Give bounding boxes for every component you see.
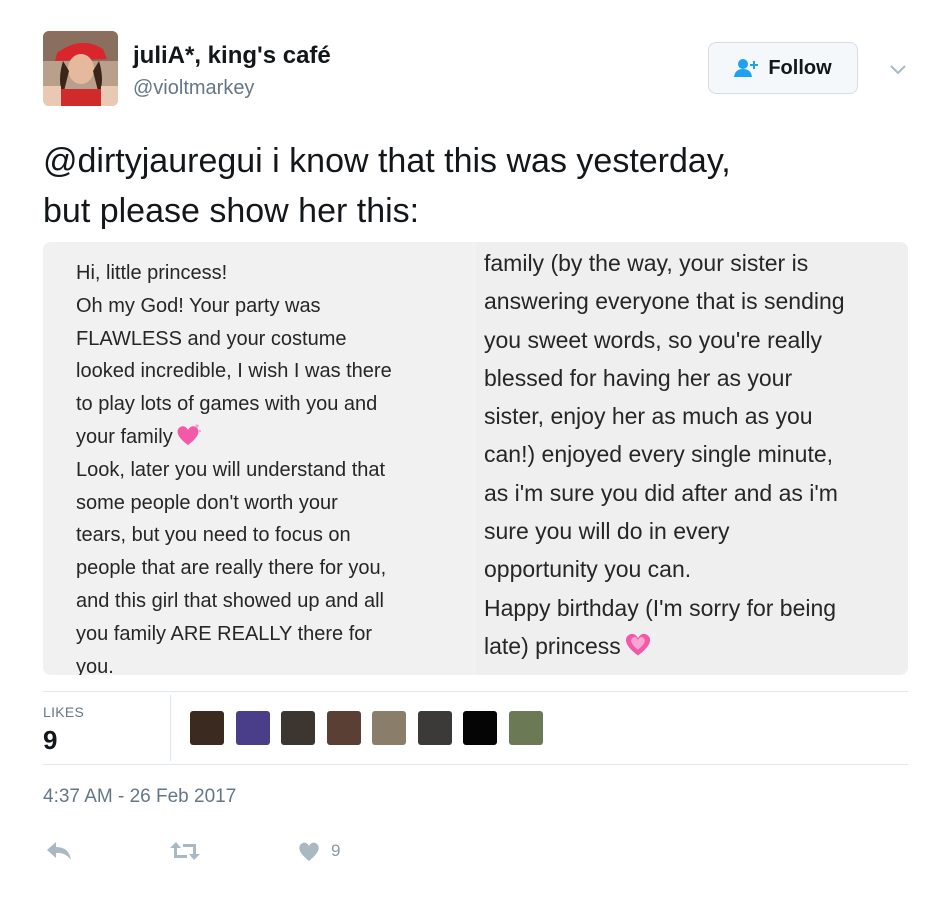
image-left-text: Hi, little princess! Oh my God! Your par…: [76, 257, 466, 675]
image-text-line: can!) enjoyed every single minute,: [484, 441, 834, 468]
reply-button[interactable]: [45, 835, 73, 867]
liker-avatar[interactable]: [190, 711, 224, 745]
heart-icon: [299, 842, 319, 861]
image-text-line: blessed for having her as your: [484, 364, 793, 391]
image-left-panel: Hi, little princess! Oh my God! Your par…: [43, 242, 472, 675]
image-text-line: opportunity you can.: [484, 556, 692, 583]
image-text-line: Look, later you will understand that: [76, 458, 386, 481]
reply-icon: [47, 842, 71, 860]
follow-label: Follow: [768, 56, 832, 79]
tweet-text-line: but please show her this:: [43, 192, 420, 230]
image-text-line: looked incredible, I wish I was there: [76, 360, 392, 383]
image-text-line: some people don't worth your: [76, 491, 338, 514]
tweet-image[interactable]: Hi, little princess! Oh my God! Your par…: [43, 242, 908, 675]
liker-avatar[interactable]: [281, 711, 315, 745]
likes-label: LIKES: [43, 704, 85, 720]
user-handle[interactable]: @violtmarkey: [133, 77, 254, 100]
image-text-line: Happy birthday (I'm sorry for being: [484, 594, 837, 621]
likers-list: [190, 711, 554, 745]
likes-count[interactable]: 9: [43, 725, 57, 756]
image-text-fragment: your family: [76, 425, 173, 448]
timestamp[interactable]: 4:37 AM - 26 Feb 2017: [43, 786, 236, 808]
sparkling-heart-icon: [625, 633, 650, 656]
retweet-button[interactable]: [169, 835, 201, 867]
image-text-line: sure you will do in every: [484, 518, 730, 545]
avatar[interactable]: [43, 31, 118, 106]
follow-button[interactable]: Follow: [708, 42, 858, 94]
sparkling-heart-icon: [177, 424, 201, 445]
retweet-icon: [170, 842, 200, 860]
avatar-photo: [43, 31, 118, 106]
divider: [43, 691, 908, 692]
image-text-line-with-emoji: your family: [76, 421, 466, 454]
image-text-fragment: late) princess: [484, 632, 621, 659]
image-text-line: FLAWLESS and your costume: [76, 327, 347, 350]
image-text-line-with-emoji: late) princess: [484, 627, 908, 665]
tweet-text-line: @dirtyjauregui i know that this was yest…: [43, 142, 731, 180]
image-text-line: tears, but you need to focus on: [76, 524, 351, 547]
liker-avatar[interactable]: [326, 711, 361, 745]
display-name[interactable]: juliA*, king's café: [133, 42, 331, 70]
image-text-line: and this girl that showed up and all: [76, 589, 384, 612]
image-text-line: you family ARE REALLY there for: [76, 622, 373, 645]
image-text-line: answering everyone that is sending: [484, 288, 845, 315]
liker-avatar[interactable]: [235, 711, 270, 745]
chevron-down-icon: [890, 65, 906, 75]
like-count: 9: [331, 841, 341, 860]
like-button[interactable]: 9: [297, 835, 340, 867]
image-text-line: sister, enjoy her as much as you: [484, 403, 813, 430]
image-text-line: family (by the way, your sister is: [484, 250, 809, 276]
image-text-line: you sweet words, so you're really: [484, 326, 823, 353]
image-text-line: to play lots of games with you and: [76, 393, 378, 416]
liker-avatar[interactable]: [372, 711, 406, 745]
image-text-line: Hi, little princess!: [76, 262, 228, 284]
liker-avatar[interactable]: [417, 711, 452, 745]
more-options-button[interactable]: [886, 58, 910, 80]
tweet-text: @dirtyjauregui i know that this was yest…: [43, 136, 903, 236]
image-text-line: people that are really there for you,: [76, 557, 387, 580]
divider: [43, 764, 908, 765]
image-right-panel: family (by the way, your sister is answe…: [476, 242, 908, 675]
liker-avatar[interactable]: [463, 711, 497, 745]
stats-separator: [170, 695, 171, 761]
image-text-line: Oh my God! Your party was: [76, 294, 321, 317]
image-text-line: as i'm sure you did after and as i'm: [484, 479, 838, 506]
image-text-line: you.: [76, 655, 114, 675]
liker-avatar[interactable]: [508, 711, 543, 745]
image-right-text: family (by the way, your sister is answe…: [484, 244, 908, 665]
add-user-icon: [734, 59, 759, 77]
